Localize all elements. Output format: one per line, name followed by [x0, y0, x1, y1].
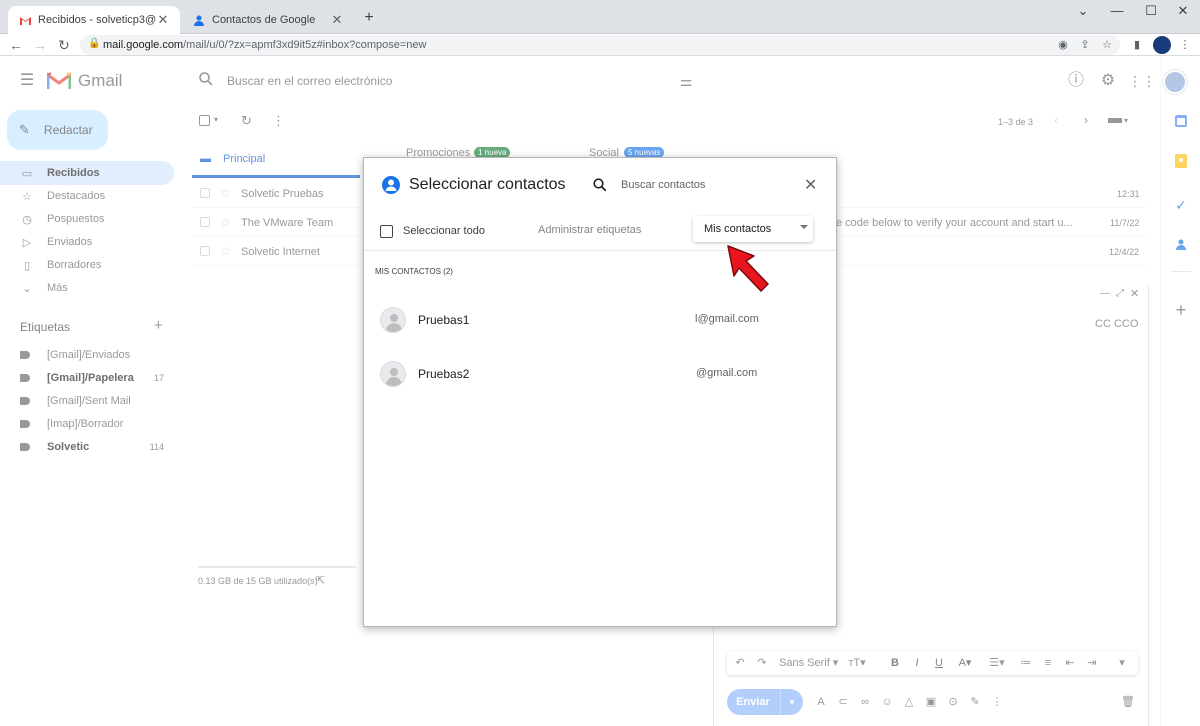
new-tab-button[interactable]: +: [360, 9, 378, 27]
profile-avatar[interactable]: [1153, 36, 1171, 54]
chevron-down-icon: [800, 225, 808, 229]
url-host: mail.google.com: [103, 39, 184, 51]
address-bar: ← → ↻ 🔒 mail.google.com/mail/u/0/?zx=apm…: [0, 34, 1200, 56]
tab-title: Contactos de Google: [212, 14, 316, 26]
sidepanel-icon[interactable]: ▮: [1128, 37, 1146, 53]
eye-icon[interactable]: ◉: [1054, 37, 1072, 53]
select-contacts-dialog: Seleccionar contactos Buscar contactos ✕…: [363, 157, 837, 627]
lock-icon: 🔒: [88, 38, 101, 49]
search-icon[interactable]: [593, 178, 609, 194]
url-path: /mail/u/0/?zx=apmf3xd9it5z#inbox?compose…: [183, 39, 427, 51]
reload-icon[interactable]: ↻: [54, 36, 74, 54]
url-field[interactable]: 🔒 mail.google.com/mail/u/0/?zx=apmf3xd9i…: [80, 35, 1120, 55]
contact-avatar: [380, 307, 406, 333]
share-icon[interactable]: ⇪: [1076, 37, 1094, 53]
contact-group-value: Mis contactos: [704, 223, 772, 235]
contact-email: @gmail.com: [696, 367, 758, 379]
close-icon[interactable]: ✕: [804, 175, 817, 195]
manage-labels-button[interactable]: Administrar etiquetas: [538, 224, 641, 236]
contacts-section-title: MIS CONTACTOS (2): [375, 267, 453, 276]
gmail-favicon-icon: [18, 13, 32, 27]
contacts-person-icon: [382, 176, 400, 194]
tab-title: Recibidos - solveticp3@gmail.co: [38, 14, 156, 26]
contact-avatar: [380, 361, 406, 387]
dialog-title: Seleccionar contactos: [409, 176, 566, 193]
bookmark-star-icon[interactable]: ☆: [1098, 37, 1116, 53]
contacts-search-input[interactable]: Buscar contactos: [621, 179, 705, 191]
pointer-arrow-icon: [722, 242, 776, 296]
maximize-icon[interactable]: ☐: [1134, 3, 1168, 21]
select-all-label: Seleccionar todo: [403, 225, 485, 237]
tab-close-icon[interactable]: ✕: [330, 12, 344, 28]
contact-email: l@gmail.com: [695, 313, 759, 325]
menu-kebab-icon[interactable]: ⋮: [1176, 37, 1194, 53]
minimize-icon[interactable]: —: [1100, 3, 1134, 21]
contacts-favicon-icon: [192, 13, 206, 27]
browser-tab-strip: Recibidos - solveticp3@gmail.co ✕ Contac…: [0, 0, 1200, 34]
select-all-checkbox[interactable]: [380, 225, 393, 238]
url-text: mail.google.com/mail/u/0/?zx=apmf3xd9it5…: [103, 39, 426, 51]
contact-name: Pruebas2: [418, 367, 470, 381]
contact-name: Pruebas1: [418, 313, 470, 327]
forward-icon[interactable]: →: [30, 36, 50, 54]
contact-group-select[interactable]: Mis contactos: [693, 216, 813, 242]
tab-search-icon[interactable]: ⌄: [1066, 3, 1100, 21]
back-icon[interactable]: ←: [6, 36, 26, 54]
browser-tab-contacts[interactable]: Contactos de Google ✕: [182, 6, 354, 34]
window-close-icon[interactable]: ✕: [1166, 3, 1200, 21]
contact-row[interactable]: Pruebas2 @gmail.com: [380, 358, 820, 390]
tab-close-icon[interactable]: ✕: [156, 12, 170, 28]
browser-tab-gmail[interactable]: Recibidos - solveticp3@gmail.co ✕: [8, 6, 180, 34]
contact-row[interactable]: Pruebas1 l@gmail.com: [380, 304, 820, 336]
